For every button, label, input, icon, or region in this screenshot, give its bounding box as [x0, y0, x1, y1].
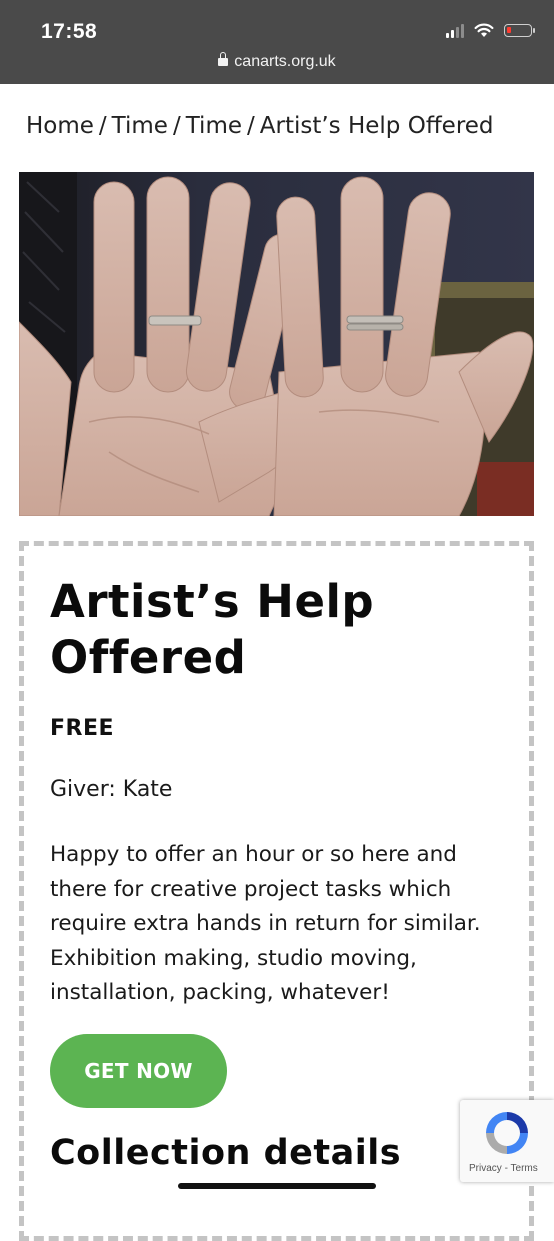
listing-price: FREE: [50, 716, 115, 741]
url-bar[interactable]: canarts.org.uk: [0, 52, 554, 71]
breadcrumb-current: Artist’s Help Offered: [259, 113, 494, 139]
listing-title: Artist’s Help Offered: [50, 575, 375, 684]
recaptcha-privacy-link[interactable]: Privacy: [469, 1163, 502, 1174]
listing-description: Happy to offer an hour or so here and th…: [50, 842, 481, 1005]
recaptcha-icon: [486, 1112, 528, 1154]
listing-photo: [19, 172, 534, 516]
listing-giver: Giver: Kate: [50, 777, 173, 802]
recaptcha-separator: -: [501, 1163, 511, 1174]
url-text: canarts.org.uk: [234, 53, 336, 70]
breadcrumb-separator: /: [98, 113, 107, 139]
breadcrumb-separator: /: [172, 113, 181, 139]
browser-top-bar: 17:58 canarts.org.uk: [0, 0, 554, 84]
collection-details-heading: Collection details: [50, 1133, 402, 1173]
breadcrumb: Home / Time / Time / Artist’s Help Offered: [26, 113, 494, 139]
home-indicator[interactable]: [178, 1183, 376, 1189]
breadcrumb-home[interactable]: Home: [26, 113, 94, 139]
recaptcha-links: Privacy - Terms: [469, 1163, 538, 1174]
get-now-button[interactable]: GET NOW: [50, 1034, 227, 1108]
wifi-icon: [474, 23, 494, 37]
breadcrumb-time[interactable]: Time: [112, 113, 168, 139]
status-time: 17:58: [41, 20, 98, 43]
breadcrumb-separator: /: [247, 113, 255, 139]
status-icons: [446, 23, 535, 38]
battery-icon: [504, 24, 535, 37]
breadcrumb-time-sub[interactable]: Time: [186, 113, 242, 139]
signal-icon: [446, 23, 464, 38]
recaptcha-badge[interactable]: Privacy - Terms: [460, 1100, 554, 1182]
lock-icon: [218, 52, 229, 66]
recaptcha-terms-link[interactable]: Terms: [511, 1163, 538, 1174]
